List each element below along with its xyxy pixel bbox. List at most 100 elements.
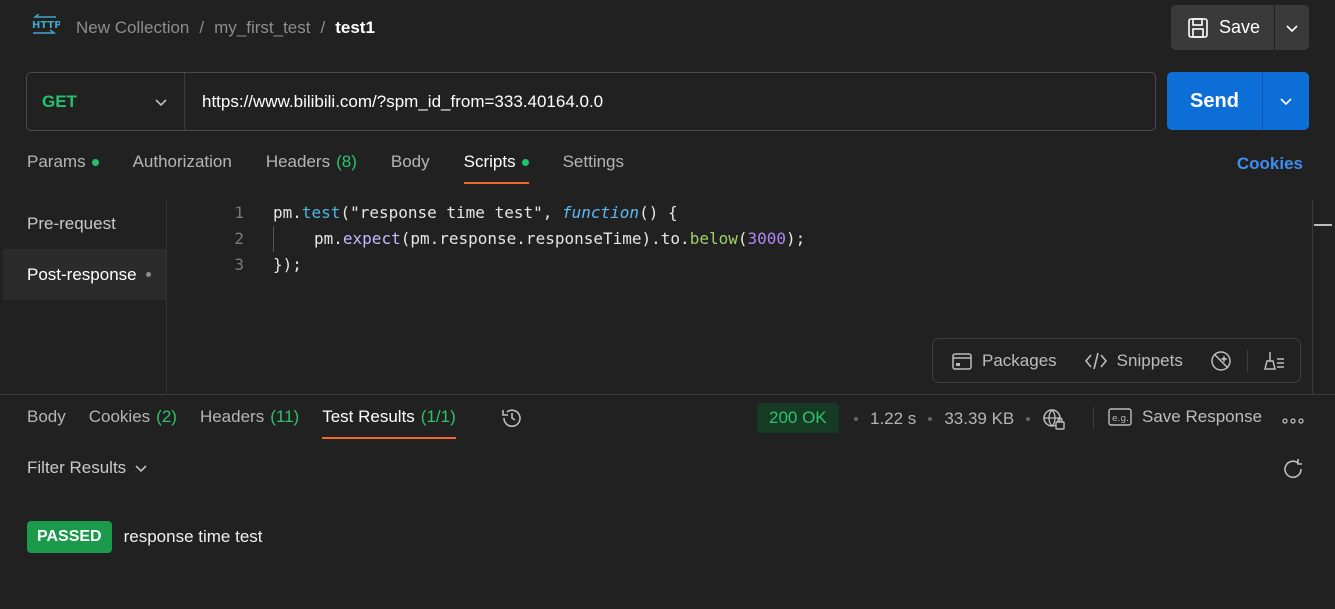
code-token: , (542, 202, 562, 222)
toolbar-divider (1246, 349, 1248, 372)
packages-label: Packages (982, 350, 1057, 370)
response-time[interactable]: 1.22 s (870, 409, 916, 429)
breadcrumb-separator: / (199, 18, 205, 37)
example-icon: e.g. (1108, 408, 1132, 426)
code-token: (pm.response.responseTime).to. (400, 228, 690, 248)
tab-headers[interactable]: Headers (8) (266, 152, 357, 184)
code-token: pm. (273, 202, 302, 222)
tab-params[interactable]: Params (27, 152, 99, 184)
save-button-group: Save (1171, 5, 1309, 50)
pre-request-label: Pre-request (27, 213, 116, 233)
editor-scrollbar[interactable] (1312, 200, 1332, 394)
response-tabs: Body Cookies (2) Headers (11) Test Resul… (27, 407, 456, 439)
snippets-button[interactable]: Snippets (1084, 351, 1183, 371)
post-response-label: Post-response (27, 264, 137, 284)
response-tab-headers[interactable]: Headers (11) (200, 407, 299, 439)
tab-scripts-label: Scripts (463, 152, 516, 171)
package-icon (952, 352, 972, 370)
svg-text:e.g.: e.g. (1112, 414, 1129, 424)
packages-button[interactable]: Packages (951, 350, 1057, 372)
history-icon[interactable] (500, 406, 524, 435)
line-number: 2 (234, 228, 244, 248)
chevron-down-icon (1280, 98, 1292, 106)
code-line: 3 }); (168, 251, 302, 277)
breadcrumb: New Collection / my_first_test / test1 (76, 17, 375, 39)
response-size[interactable]: 33.39 KB (944, 409, 1014, 429)
http-request-icon: HTTP (30, 13, 62, 40)
send-button[interactable]: Send (1167, 72, 1263, 130)
tab-body[interactable]: Body (391, 152, 430, 184)
tab-body-label: Body (390, 152, 430, 171)
ai-assistant-button[interactable] (1209, 349, 1233, 373)
save-response-button[interactable]: e.g. Save Response (1108, 407, 1262, 427)
response-tab-test-results[interactable]: Test Results (1/1) (322, 407, 456, 439)
filter-results-label: Filter Results (27, 458, 127, 477)
tab-authorization[interactable]: Authorization (133, 152, 232, 184)
response-tab-headers-label: Headers (199, 407, 265, 426)
snippets-label: Snippets (1116, 350, 1183, 370)
code-token: 3000 (747, 228, 787, 248)
beautify-button[interactable] (1262, 349, 1286, 373)
code-token: expect (342, 228, 401, 248)
tab-settings[interactable]: Settings (563, 152, 624, 184)
breadcrumb-separator: / (320, 18, 326, 37)
tab-settings-label: Settings (562, 152, 625, 171)
response-headers-count: (11) (270, 407, 300, 426)
more-options-icon[interactable] (1282, 410, 1304, 431)
response-tab-test-results-label: Test Results (322, 407, 415, 426)
pre-request-item[interactable]: Pre-request (3, 198, 166, 249)
test-result-row: PASSED response time test (27, 521, 263, 553)
chevron-down-icon (155, 98, 167, 106)
panel-divider (0, 394, 1335, 395)
svg-text:HTTP: HTTP (32, 20, 60, 31)
script-phase-list: Pre-request Post-response (3, 198, 167, 394)
send-options-button[interactable] (1263, 72, 1309, 130)
tab-scripts[interactable]: Scripts (463, 152, 529, 184)
method-select[interactable]: GET (27, 73, 185, 130)
script-toolbar: Packages Snippets (932, 338, 1301, 383)
meta-divider (1093, 407, 1094, 429)
url-input[interactable]: https://www.bilibili.com/?spm_id_from=33… (185, 92, 603, 112)
floppy-disk-icon (1188, 17, 1208, 38)
globe-lock-icon[interactable] (1042, 407, 1066, 431)
test-name: response time test (123, 527, 263, 546)
params-indicator-dot (91, 158, 99, 166)
save-options-button[interactable] (1275, 5, 1309, 50)
breadcrumb-collection[interactable]: New Collection (76, 18, 189, 38)
headers-count: (8) (336, 152, 357, 171)
meta-separator (928, 417, 933, 421)
filter-results-dropdown[interactable]: Filter Results (27, 458, 148, 478)
scrollbar-thumb[interactable] (1314, 224, 1332, 226)
meta-separator (1026, 417, 1031, 421)
breadcrumb-request[interactable]: test1 (335, 18, 375, 38)
cookies-link[interactable]: Cookies (1237, 154, 1303, 174)
code-token: ( (737, 228, 748, 248)
code-brackets-icon (1084, 352, 1107, 369)
code-token: test (301, 202, 341, 222)
line-number: 1 (234, 202, 244, 222)
status-badge[interactable]: 200 OK (757, 403, 839, 433)
indent-guide (273, 226, 274, 252)
meta-separator (854, 417, 858, 421)
tab-headers-label: Headers (265, 152, 331, 171)
tab-params-label: Params (27, 152, 86, 171)
breadcrumb-folder[interactable]: my_first_test (214, 18, 310, 38)
code-line: 1 pm.test("response time test", function… (168, 199, 678, 225)
post-response-item[interactable]: Post-response (3, 249, 166, 300)
save-button[interactable]: Save (1171, 5, 1275, 50)
sparkle-icon (1211, 350, 1231, 371)
post-response-indicator-dot (145, 272, 151, 277)
broom-icon (1263, 351, 1284, 370)
cookies-count: (2) (156, 407, 177, 426)
code-token: () { (639, 202, 678, 222)
save-label: Save (1219, 17, 1261, 37)
tab-authorization-label: Authorization (132, 152, 232, 171)
refresh-icon[interactable] (1281, 457, 1305, 486)
chevron-down-icon (1286, 24, 1298, 32)
line-number: 3 (234, 254, 244, 274)
response-tab-body-label: Body (27, 407, 66, 426)
code-token: function (562, 202, 640, 222)
response-tab-cookies[interactable]: Cookies (2) (89, 407, 177, 439)
response-tab-body[interactable]: Body (27, 407, 66, 439)
method-value: GET (42, 91, 77, 111)
